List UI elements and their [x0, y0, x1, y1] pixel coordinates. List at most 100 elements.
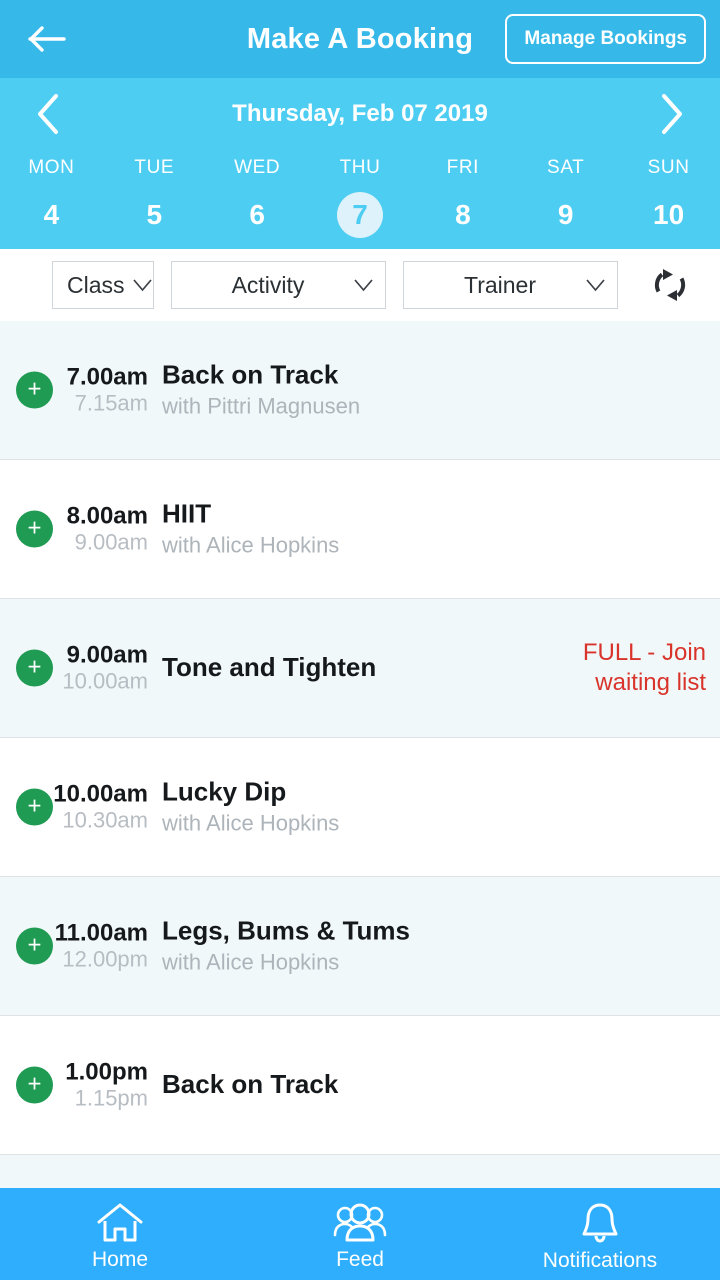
day-number: 5: [146, 199, 163, 230]
class-start-time: 9.00am: [66, 641, 148, 669]
app-bar: Make A Booking Manage Bookings: [0, 0, 720, 78]
nav-label-home: Home: [91, 1248, 149, 1271]
class-end-time: 9.00am: [74, 529, 148, 555]
arrow-left-icon: [28, 26, 66, 52]
table-row-partial[interactable]: [0, 1155, 720, 1188]
day-cell-sat[interactable]: 9: [514, 186, 617, 244]
class-end-time: 12.00pm: [62, 946, 148, 972]
date-selector-row: Thursday, Feb 07 2019: [0, 78, 720, 150]
next-day-button[interactable]: [636, 78, 708, 150]
weekday-labels: MON TUE WED THU FRI SAT SUN: [0, 150, 720, 186]
weekday-numbers: 4 5 6 7 8 9 10: [0, 186, 720, 244]
day-cell-thu[interactable]: 7: [309, 186, 412, 244]
class-title: HIIT: [162, 498, 212, 529]
class-title: Lucky Dip: [162, 776, 287, 807]
class-info: Lucky Dip with Alice Hopkins: [162, 776, 340, 836]
class-title: Legs, Bums & Tums: [162, 915, 411, 946]
class-title: Tone and Tighten: [162, 652, 377, 683]
bell-icon: [582, 1203, 618, 1243]
nav-label-notifications: Notifications: [542, 1249, 658, 1272]
weekday-label: SUN: [647, 157, 690, 178]
class-end-time: 1.15pm: [74, 1085, 148, 1111]
refresh-button[interactable]: [647, 262, 693, 308]
table-row[interactable]: + 1.00pm 1.15pm Back on Track: [0, 1016, 720, 1155]
class-times: 11.00am 12.00pm: [0, 919, 148, 972]
class-start-time: 1.00pm: [65, 1058, 148, 1086]
day-number-selected: 7: [337, 192, 383, 238]
class-start-time: 11.00am: [54, 919, 148, 947]
nav-label-feed: Feed: [336, 1248, 384, 1271]
class-times: 9.00am 10.00am: [0, 641, 148, 694]
class-filter-dropdown[interactable]: Class: [52, 261, 154, 309]
table-row[interactable]: + 10.00am 10.30am Lucky Dip with Alice H…: [0, 738, 720, 877]
class-times: 1.00pm 1.15pm: [0, 1058, 148, 1111]
activity-filter-dropdown[interactable]: Activity: [171, 261, 386, 309]
class-title: Back on Track: [162, 1069, 339, 1100]
class-trainer: with Alice Hopkins: [162, 810, 340, 836]
class-info: Legs, Bums & Tums with Alice Hopkins: [162, 915, 411, 975]
class-list: + 7.00am 7.15am Back on Track with Pittr…: [0, 321, 720, 1188]
trainer-filter-label: Trainer: [464, 271, 536, 298]
day-number: 9: [557, 199, 574, 230]
day-cell-fri[interactable]: 8: [411, 186, 514, 244]
nav-item-feed[interactable]: Feed: [240, 1188, 480, 1280]
class-trainer: with Alice Hopkins: [162, 532, 340, 558]
manage-bookings-button[interactable]: Manage Bookings: [505, 14, 706, 64]
weekday-label: THU: [339, 157, 381, 178]
day-number: 6: [249, 199, 265, 230]
activity-filter-label: Activity: [231, 271, 305, 298]
back-button[interactable]: [16, 7, 80, 71]
class-info: Back on Track with Pittri Magnusen: [162, 359, 361, 419]
class-info: HIIT with Alice Hopkins: [162, 498, 340, 558]
chevron-down-icon: [354, 278, 373, 292]
weekday-label: WED: [234, 157, 281, 178]
weekday-label: TUE: [134, 157, 175, 178]
status-badge[interactable]: FULL - Join waiting list: [506, 638, 706, 698]
nav-item-notifications[interactable]: Notifications: [480, 1188, 720, 1280]
table-row[interactable]: + 8.00am 9.00am HIIT with Alice Hopkins: [0, 460, 720, 599]
class-times: 10.00am 10.30am: [0, 780, 148, 833]
class-times: 7.00am 7.15am: [0, 363, 148, 416]
class-end-time: 10.30am: [62, 807, 148, 833]
class-end-time: 7.15am: [74, 390, 148, 416]
class-start-time: 7.00am: [66, 363, 148, 391]
prev-day-button[interactable]: [12, 78, 84, 150]
selected-date-label: Thursday, Feb 07 2019: [232, 100, 488, 127]
chevron-left-icon: [38, 94, 58, 134]
table-row[interactable]: + 11.00am 12.00pm Legs, Bums & Tums with…: [0, 877, 720, 1016]
chevron-down-icon: [132, 278, 152, 292]
day-cell-tue[interactable]: 5: [103, 186, 206, 244]
class-info: Back on Track: [162, 1069, 339, 1100]
day-number: 10: [653, 199, 685, 230]
class-trainer: with Alice Hopkins: [162, 949, 340, 975]
weekday-label: SAT: [547, 157, 585, 178]
people-icon: [333, 1203, 387, 1242]
trainer-filter-dropdown[interactable]: Trainer: [403, 261, 618, 309]
home-icon: [97, 1203, 143, 1242]
chevron-right-icon: [662, 94, 682, 134]
day-number: 4: [43, 199, 60, 230]
filter-bar: Class Activity Trainer: [0, 249, 720, 321]
class-info: Tone and Tighten: [162, 652, 377, 683]
nav-item-home[interactable]: Home: [0, 1188, 240, 1280]
class-end-time: 10.00am: [62, 668, 148, 694]
day-number: 8: [455, 199, 471, 230]
weekday-label: FRI: [446, 157, 480, 178]
refresh-icon: [654, 269, 686, 301]
class-times: 8.00am 9.00am: [0, 502, 148, 555]
bottom-navigation: Home Feed Notifications: [0, 1188, 720, 1280]
class-start-time: 8.00am: [66, 502, 148, 530]
table-row[interactable]: + 9.00am 10.00am Tone and Tighten FULL -…: [0, 599, 720, 738]
weekday-label: MON: [28, 157, 75, 178]
class-filter-label: Class: [67, 271, 125, 298]
chevron-down-icon: [586, 278, 605, 292]
booking-screen: Make A Booking Manage Bookings Thursday,…: [0, 0, 720, 1280]
day-cell-sun[interactable]: 10: [617, 186, 720, 244]
class-start-time: 10.00am: [53, 780, 148, 808]
class-trainer: with Pittri Magnusen: [162, 393, 361, 419]
class-title: Back on Track: [162, 359, 339, 390]
date-strip: Thursday, Feb 07 2019 MON TUE WED THU FR…: [0, 78, 720, 249]
day-cell-wed[interactable]: 6: [206, 186, 309, 244]
table-row[interactable]: + 7.00am 7.15am Back on Track with Pittr…: [0, 321, 720, 460]
day-cell-mon[interactable]: 4: [0, 186, 103, 244]
